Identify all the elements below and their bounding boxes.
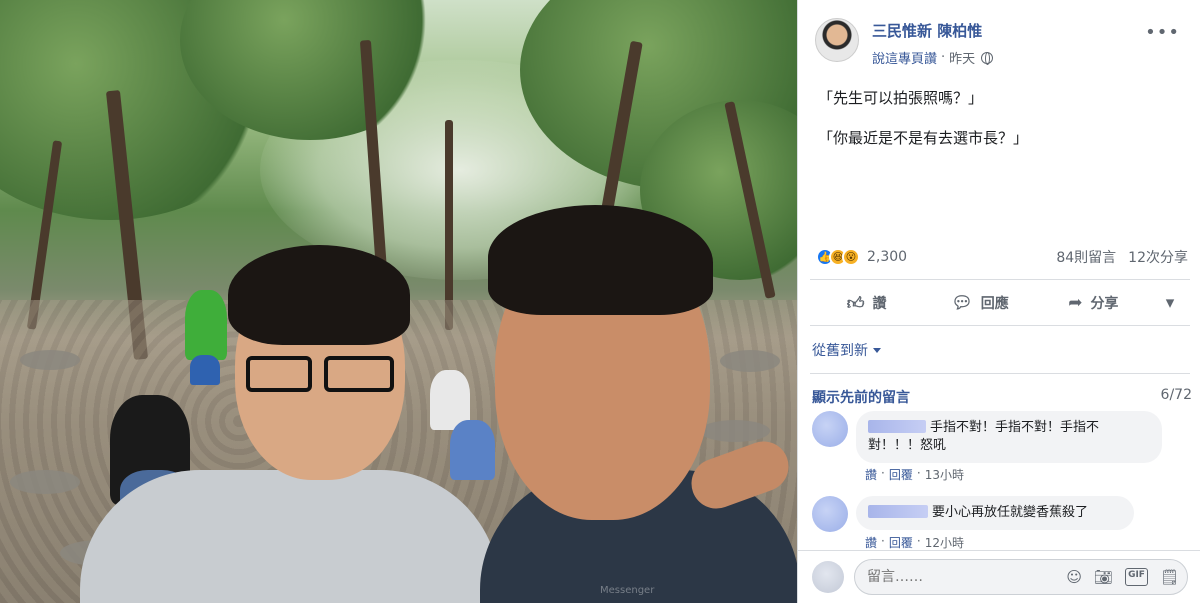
wow-reaction-icon: 😮 [842, 248, 860, 266]
caret-down-icon [873, 347, 881, 353]
meta-separator: · [941, 50, 946, 65]
commenter-name-redacted[interactable] [868, 420, 926, 433]
share-button-label: 分享 [1090, 296, 1119, 312]
user-avatar [812, 561, 844, 593]
post-actions: 👍︎ 讚 💬︎ 回應 ➦ 分享 ▾ [810, 283, 1190, 323]
commenter-name-redacted[interactable] [868, 505, 928, 518]
comment-button[interactable]: 💬︎ 回應 [923, 293, 1036, 313]
meta-separator: · [916, 534, 921, 548]
divider [810, 373, 1190, 374]
page-avatar[interactable] [815, 18, 859, 62]
post-meta-line: 說這專頁讚 · 昨天 [872, 48, 994, 67]
meta-separator: · [916, 466, 921, 480]
speech-bubble-icon: 💬︎ [951, 293, 973, 313]
photo-rock [20, 350, 80, 370]
post-text-line: 「先生可以拍張照嗎？」 [818, 89, 984, 107]
comment-item: 要小心再放任就變香蕉殺了 讚 · 回覆 · 12小時 [812, 496, 1192, 550]
globe-icon[interactable] [981, 51, 994, 65]
comment-progress-count: 6/72 [1160, 387, 1192, 403]
comment-like-link[interactable]: 讚 [865, 466, 877, 483]
comment-sort-label: 從舊到新 [812, 343, 868, 359]
comment-button-label: 回應 [980, 296, 1009, 312]
chevron-down-icon: ▾ [1165, 293, 1175, 313]
meta-separator: · [881, 466, 885, 480]
comment-composer: ☺ 📷︎ GIF 🗒︎ [798, 550, 1200, 603]
post-timestamp[interactable]: 昨天 [949, 48, 975, 67]
meta-separator: · [881, 534, 885, 548]
view-previous-row: 顯示先前的留言 6/72 [812, 387, 1192, 407]
share-count[interactable]: 12次分享 [1128, 247, 1188, 267]
emoji-icon[interactable]: ☺ [1066, 568, 1082, 586]
like-page-link[interactable]: 說這專頁讚 [872, 48, 937, 67]
gif-icon[interactable]: GIF [1125, 568, 1148, 586]
like-button-label: 讚 [872, 296, 887, 312]
comment-bubble: 要小心再放任就變香蕉殺了 [856, 496, 1134, 530]
photo-child-shorts [190, 355, 220, 385]
reactions-summary[interactable]: 👍 😆 😮 2,300 [816, 248, 907, 266]
photo-watermark: Messenger [600, 585, 655, 596]
reaction-count[interactable]: 2,300 [867, 249, 907, 265]
comment-meta: 讚 · 回覆 · 13小時 [865, 466, 964, 483]
commenter-avatar[interactable] [812, 411, 848, 447]
commenter-avatar[interactable] [812, 496, 848, 532]
audience-dropdown-button[interactable]: ▾ [1150, 293, 1190, 313]
page-name-link[interactable]: 三民惟新 陳柏惟 [872, 20, 982, 41]
photo-left-man-shirt [80, 470, 500, 603]
photo-left-man-hair [228, 245, 410, 345]
comment-like-link[interactable]: 讚 [865, 534, 877, 551]
comment-time[interactable]: 13小時 [925, 466, 964, 483]
comment-count[interactable]: 84則留言 [1056, 247, 1116, 267]
sticker-icon[interactable]: 🗒︎ [1160, 568, 1179, 586]
comment-reply-link[interactable]: 回覆 [889, 466, 913, 483]
comment-reply-link[interactable]: 回覆 [889, 534, 913, 551]
like-button[interactable]: 👍︎ 讚 [810, 293, 923, 314]
post-text: 「先生可以拍張照嗎？」 「你最近是不是有去選市長？」 [818, 88, 1028, 168]
thumbs-up-icon: 👍︎ [846, 293, 865, 314]
more-options-icon[interactable]: ••• [1145, 22, 1180, 43]
photo-glasses-left-lens [246, 356, 312, 392]
photo-woman-jeans [450, 420, 495, 480]
photo-child-green-shirt [185, 290, 227, 360]
photo-rock [10, 470, 80, 494]
composer-icons: ☺ 📷︎ GIF 🗒︎ [1066, 568, 1179, 586]
share-button[interactable]: ➦ 分享 [1037, 293, 1150, 313]
comment-time[interactable]: 12小時 [925, 534, 964, 551]
comment-sort-dropdown[interactable]: 從舊到新 [812, 340, 881, 360]
divider [810, 279, 1190, 280]
comment-bubble: 手指不對！手指不對！手指不對！！！怒吼 [856, 411, 1162, 463]
comment-meta: 讚 · 回覆 · 12小時 [865, 534, 964, 551]
post-text-line: 「你最近是不是有去選市長？」 [818, 129, 1029, 147]
photo-tree-trunk [445, 120, 453, 330]
view-previous-comments-link[interactable]: 顯示先前的留言 [812, 387, 910, 407]
photo-right-man-hair [488, 205, 713, 315]
post-photo[interactable]: Messenger [0, 0, 797, 603]
photo-rock [720, 350, 780, 372]
post-stats: 👍 😆 😮 2,300 84則留言 12次分享 [816, 246, 1188, 268]
divider [810, 325, 1190, 326]
photo-rock [700, 420, 770, 442]
post-side-panel: 三民惟新 陳柏惟 說這專頁讚 · 昨天 ••• 「先生可以拍張照嗎？」 「你最近… [797, 0, 1200, 603]
comment-item: 手指不對！手指不對！手指不對！！！怒吼 讚 · 回覆 · 13小時 [812, 411, 1192, 486]
photo-glasses-right-lens [324, 356, 394, 392]
share-arrow-icon: ➦ [1068, 293, 1083, 313]
comment-text: 要小心再放任就變香蕉殺了 [932, 505, 1089, 520]
camera-icon[interactable]: 📷︎ [1094, 568, 1113, 586]
